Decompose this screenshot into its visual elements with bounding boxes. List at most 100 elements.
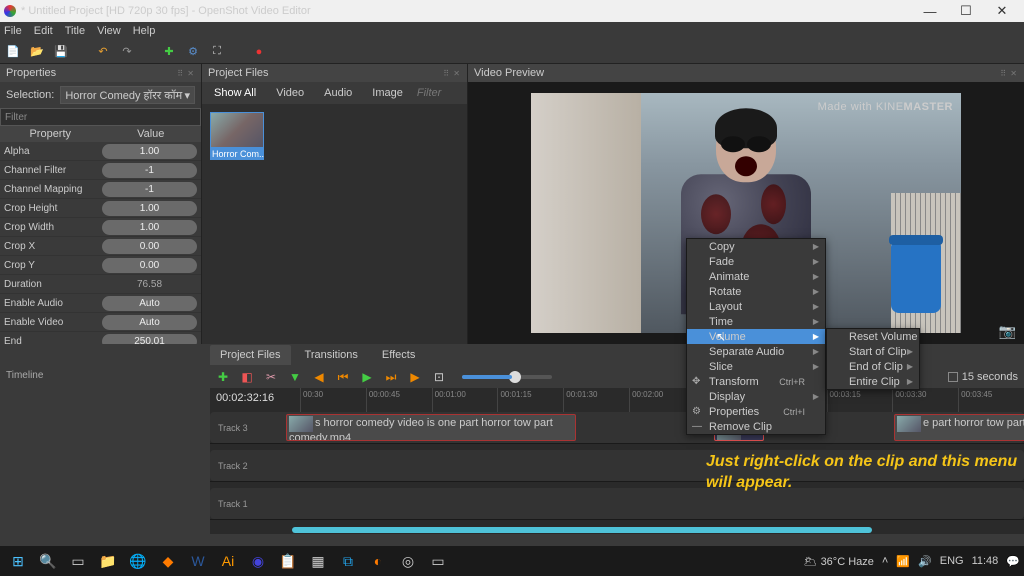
context-menu-item[interactable]: Copy▶ — [687, 239, 825, 254]
new-icon[interactable]: 📄 — [6, 45, 20, 59]
center-icon[interactable]: ⊡ — [432, 370, 446, 384]
task-view-icon[interactable]: ▭ — [64, 547, 92, 575]
timeline-clip[interactable]: s horror comedy video is one part horror… — [286, 414, 576, 441]
context-menu-item[interactable]: Animate▶ — [687, 269, 825, 284]
context-menu-item[interactable]: Display▶ — [687, 389, 825, 404]
network-icon[interactable]: 📶 — [896, 555, 910, 568]
openshot-icon[interactable]: ◎ — [394, 547, 422, 575]
property-value[interactable]: 76.58 — [102, 277, 197, 292]
timeline-clip[interactable]: e part horror tow part co... — [894, 414, 1024, 441]
context-menu-item[interactable]: Volume▶ — [687, 329, 825, 344]
word-icon[interactable]: W — [184, 547, 212, 575]
context-menu-item[interactable]: Fade▶ — [687, 254, 825, 269]
tray-chevron-icon[interactable]: ˄ — [882, 555, 888, 567]
menu-help[interactable]: Help — [133, 25, 156, 37]
context-menu-item[interactable]: Rotate▶ — [687, 284, 825, 299]
snapshot-icon[interactable]: 📷 — [999, 323, 1016, 340]
file-thumbnail[interactable]: Horror Com... — [210, 112, 264, 160]
snap-icon[interactable]: ◧ — [240, 370, 254, 384]
selection-combo[interactable]: Horror Comedy हॉरर कॉम▾ — [60, 86, 195, 104]
redo-icon[interactable]: ↷ — [120, 45, 134, 59]
menu-edit[interactable]: Edit — [34, 25, 53, 37]
tab-image[interactable]: Image — [366, 85, 409, 101]
track-label[interactable]: Track 2 — [210, 450, 286, 481]
export-icon[interactable]: ● — [252, 45, 266, 59]
timeline-ruler[interactable]: 00:02:32:16 00:3000:00:4500:01:0000:01:1… — [210, 388, 1024, 412]
zoom-checkbox[interactable] — [948, 372, 958, 382]
property-value[interactable]: 1.00 — [102, 201, 197, 216]
fullscreen-icon[interactable]: ⛶ — [210, 45, 224, 59]
volume-submenu: Reset VolumeStart of Clip▶End of Clip▶En… — [826, 328, 920, 390]
marker-icon[interactable]: ▼ — [288, 370, 302, 384]
minimize-button[interactable]: — — [912, 4, 948, 19]
prev-marker-icon[interactable]: ◀ — [312, 370, 326, 384]
close-button[interactable]: ✕ — [984, 3, 1020, 19]
context-menu-item[interactable]: ⚙PropertiesCtrl+I — [687, 404, 825, 419]
context-menu-item[interactable]: Time▶ — [687, 314, 825, 329]
timeline-scrollbar[interactable] — [210, 526, 1024, 534]
open-icon[interactable]: 📂 — [30, 45, 44, 59]
files-filter-input[interactable]: Filter — [417, 87, 461, 99]
start-button[interactable]: ⊞ — [4, 547, 32, 575]
properties-filter[interactable]: Filter — [0, 108, 201, 126]
context-menu-item[interactable]: End of Clip▶ — [827, 359, 919, 374]
context-menu-item[interactable]: Reset Volume — [827, 329, 919, 344]
tab-project-files[interactable]: Project Files — [210, 345, 291, 365]
app-icon[interactable]: ◐ — [364, 547, 392, 575]
chrome-icon[interactable]: 🌐 — [124, 547, 152, 575]
notifications-icon[interactable]: 💬 — [1006, 555, 1020, 568]
maximize-button[interactable]: ☐ — [948, 3, 984, 19]
weather-widget[interactable]: 🌥 36°C Haze — [804, 555, 874, 568]
tab-audio[interactable]: Audio — [318, 85, 358, 101]
track-label[interactable]: Track 1 — [210, 488, 286, 519]
jump-start-icon[interactable]: ⏮ — [336, 370, 350, 384]
track-label[interactable]: Track 3 — [210, 412, 286, 443]
tab-transitions[interactable]: Transitions — [295, 345, 368, 365]
illustrator-icon[interactable]: Ai — [214, 547, 242, 575]
context-menu-item[interactable]: Start of Clip▶ — [827, 344, 919, 359]
context-menu-item[interactable]: Entire Clip▶ — [827, 374, 919, 389]
context-menu-item[interactable]: Slice▶ — [687, 359, 825, 374]
add-track-icon[interactable]: ✚ — [216, 370, 230, 384]
tab-effects[interactable]: Effects — [372, 345, 425, 365]
vscode-icon[interactable]: ⧉ — [334, 547, 362, 575]
context-menu-item[interactable]: Separate Audio▶ — [687, 344, 825, 359]
undo-icon[interactable]: ↶ — [96, 45, 110, 59]
zoom-slider[interactable] — [462, 375, 552, 379]
property-value[interactable]: 0.00 — [102, 239, 197, 254]
menu-title[interactable]: Title — [65, 25, 85, 37]
property-value[interactable]: 0.00 — [102, 258, 197, 273]
volume-icon[interactable]: 🔊 — [918, 555, 932, 568]
property-value[interactable]: 1.00 — [102, 144, 197, 159]
app-icon[interactable]: ◉ — [244, 547, 272, 575]
menu-view[interactable]: View — [97, 25, 121, 37]
import-icon[interactable]: ✚ — [162, 45, 176, 59]
tab-show-all[interactable]: Show All — [208, 85, 262, 101]
app-icon[interactable]: ◆ — [154, 547, 182, 575]
play-icon[interactable]: ▶ — [360, 370, 374, 384]
app-icon[interactable]: ▭ — [424, 547, 452, 575]
language-indicator[interactable]: ENG — [940, 555, 964, 567]
property-value[interactable]: Auto — [102, 296, 197, 311]
tab-video[interactable]: Video — [270, 85, 310, 101]
context-menu-item[interactable]: Layout▶ — [687, 299, 825, 314]
next-marker-icon[interactable]: ▶ — [408, 370, 422, 384]
app-icon[interactable]: 📋 — [274, 547, 302, 575]
property-value[interactable]: Auto — [102, 315, 197, 330]
explorer-icon[interactable]: 📁 — [94, 547, 122, 575]
context-menu-item[interactable]: —Remove Clip — [687, 419, 825, 434]
jump-end-icon[interactable]: ⏭ — [384, 370, 398, 384]
menu-file[interactable]: File — [4, 25, 22, 37]
property-value[interactable]: -1 — [102, 163, 197, 178]
search-icon[interactable]: 🔍 — [34, 547, 62, 575]
context-menu-item[interactable]: ✥TransformCtrl+R — [687, 374, 825, 389]
profile-icon[interactable]: ⚙ — [186, 45, 200, 59]
property-value[interactable]: -1 — [102, 182, 197, 197]
track-lane[interactable]: s horror comedy video is one part horror… — [286, 412, 1024, 443]
clock[interactable]: 11:48 — [972, 555, 999, 567]
app-icon[interactable]: ▦ — [304, 547, 332, 575]
razor-icon[interactable]: ✂ — [264, 370, 278, 384]
property-value[interactable]: 250.01 — [102, 334, 197, 345]
save-icon[interactable]: 💾 — [54, 45, 68, 59]
property-value[interactable]: 1.00 — [102, 220, 197, 235]
